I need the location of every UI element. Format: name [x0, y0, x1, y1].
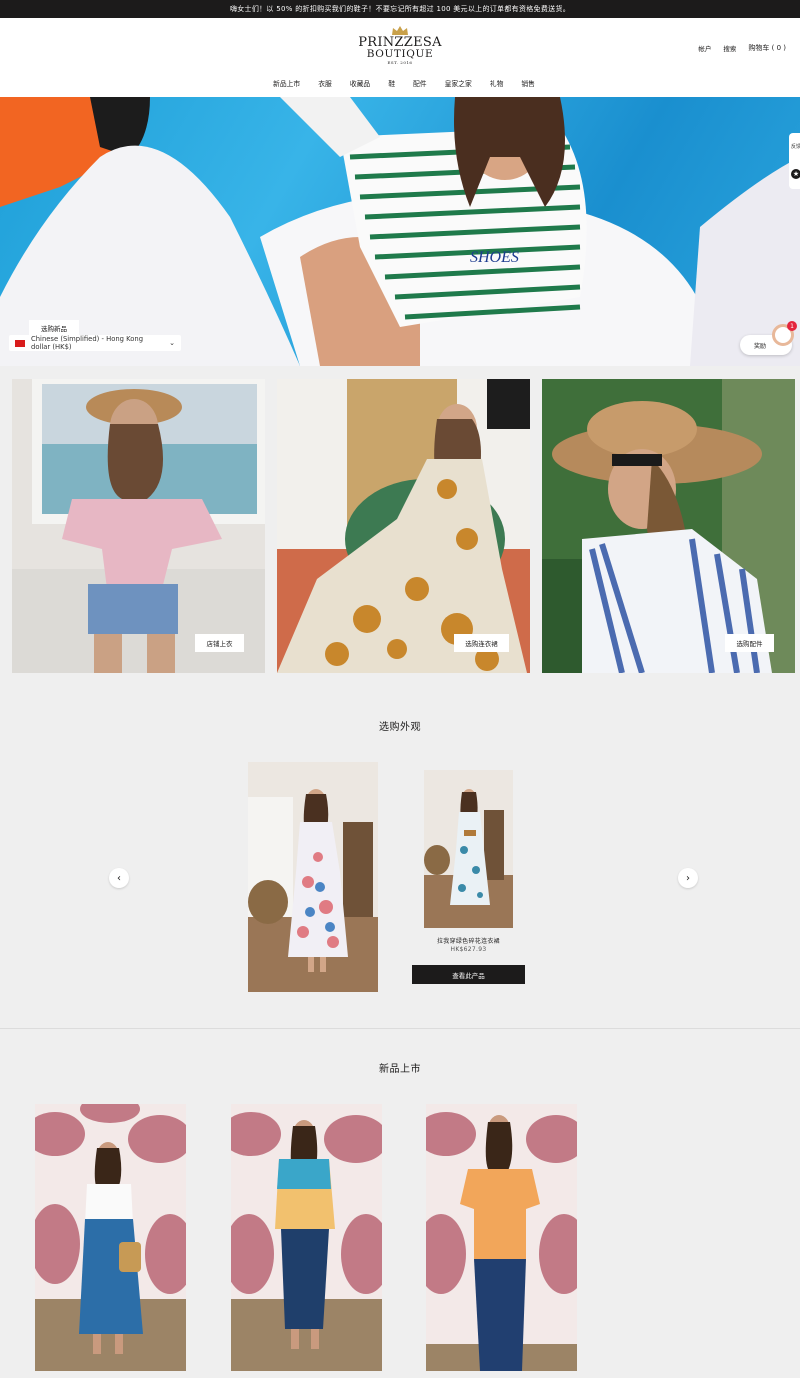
main-nav: 新品上市 衣服 收藏品 鞋 配件 皇家之家 礼物 销售 — [0, 78, 800, 88]
logo-line-3: EST. 2016 — [387, 60, 413, 65]
chevron-left-icon: ‹ — [117, 872, 121, 884]
category-tops-image — [12, 379, 265, 673]
view-product-button[interactable]: 查看此产品 — [412, 965, 525, 984]
svg-text:SHOES: SHOES — [470, 249, 519, 266]
look-product-thumbnail[interactable] — [424, 770, 513, 928]
product-card[interactable] — [231, 1104, 382, 1371]
nav-item-accessories[interactable]: 配件 — [413, 78, 427, 88]
chevron-right-icon: › — [686, 872, 690, 884]
shop-tops-button[interactable]: 店铺上衣 — [195, 634, 244, 652]
shop-accessories-button[interactable]: 选购配件 — [725, 634, 774, 652]
header-links: 帐户 搜索 购物车 ( 0 ) — [698, 43, 786, 53]
hero-image: SHOES — [0, 97, 800, 366]
announcement-bar: 嗨女士们！以 50% 的折扣购买我们的鞋子！不要忘记所有超过 100 美元以上的… — [0, 0, 800, 18]
cart-link[interactable]: 购物车 ( 0 ) — [748, 43, 786, 53]
look-product-image — [424, 770, 513, 928]
look-main-image[interactable] — [248, 762, 378, 992]
new-arrivals-title: 新品上市 — [379, 1064, 421, 1075]
section-divider — [0, 1028, 800, 1029]
reward-label: 奖励 — [754, 342, 767, 350]
search-link[interactable]: 搜索 — [723, 43, 736, 53]
language-label: Chinese (Simplified) - Hong Kong dollar … — [31, 335, 144, 351]
account-link[interactable]: 帐户 — [698, 43, 711, 53]
carousel-next-button[interactable]: › — [678, 868, 698, 888]
product-card[interactable] — [426, 1104, 577, 1371]
announcement-text: 嗨女士们！以 50% 的折扣购买我们的鞋子！不要忘记所有超过 100 美元以上的… — [229, 5, 571, 13]
star-icon: ★ — [791, 169, 800, 180]
logo-line-2: BOUTIQUE — [366, 48, 434, 60]
nav-item-royal-home[interactable]: 皇家之家 — [445, 78, 472, 88]
nav-item-shoes[interactable]: 鞋 — [388, 78, 395, 88]
nav-item-clothing[interactable]: 衣服 — [318, 78, 332, 88]
reward-count-badge: 1 — [787, 321, 797, 331]
nav-item-gifts[interactable]: 礼物 — [490, 78, 504, 88]
language-selector[interactable]: Chinese (Simplified) - Hong Kong dollar … — [9, 335, 181, 351]
site-logo[interactable]: PRINZZESA BOUTIQUE EST. 2016 — [340, 26, 460, 66]
flag-icon — [15, 339, 25, 347]
product-card[interactable] — [35, 1104, 186, 1371]
category-accessories-image — [542, 379, 795, 673]
shop-the-look-title: 选购外观 — [379, 722, 421, 733]
category-accessories[interactable]: 选购配件 — [542, 379, 795, 673]
nav-item-sale[interactable]: 销售 — [521, 78, 535, 88]
shop-new-button[interactable]: 选购新品 — [29, 320, 79, 335]
look-product-price: HK$627.93 — [450, 946, 487, 953]
category-dresses-image — [277, 379, 530, 673]
nav-item-collections[interactable]: 收藏品 — [350, 78, 370, 88]
feedback-tab[interactable]: 反馈 ★ — [789, 133, 800, 189]
feedback-label: 反馈 — [790, 143, 800, 150]
nav-item-new-arrivals[interactable]: 新品上市 — [273, 78, 300, 88]
product-image — [231, 1104, 382, 1371]
hero-banner[interactable]: SHOES — [0, 97, 800, 366]
shop-dresses-button[interactable]: 选购连衣裙 — [454, 634, 509, 652]
carousel-prev-button[interactable]: ‹ — [109, 868, 129, 888]
product-image — [35, 1104, 186, 1371]
look-product-name[interactable]: 拉我穿绿色碎花连衣裙 — [400, 936, 537, 945]
category-tops[interactable]: 店铺上衣 — [12, 379, 265, 673]
category-dresses[interactable]: 选购连衣裙 — [277, 379, 530, 673]
chevron-down-icon: ⌄ — [169, 339, 175, 347]
look-model-image — [248, 762, 378, 992]
product-image — [426, 1104, 577, 1371]
site-header: PRINZZESA BOUTIQUE EST. 2016 帐户 搜索 购物车 (… — [0, 18, 800, 97]
